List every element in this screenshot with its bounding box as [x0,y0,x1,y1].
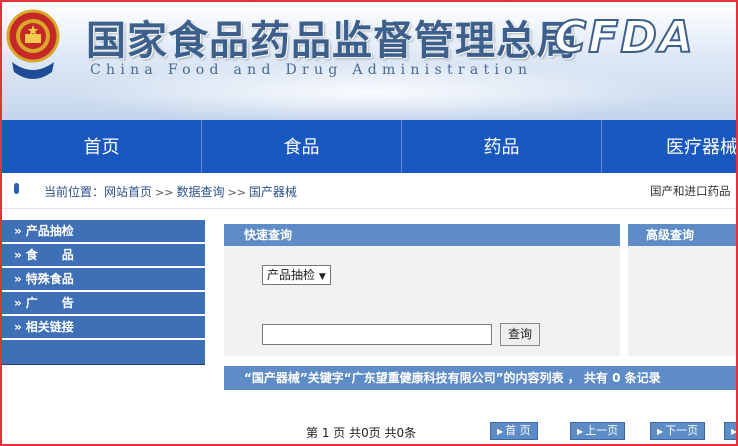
left-menu-label: 食 品 [25,248,74,262]
breadcrumb-item-data-query[interactable]: 数据查询 [176,185,224,199]
breadcrumb-item-home[interactable]: 网站首页 [104,185,152,199]
double-chevron-icon: » [14,272,22,286]
page-frame: 国家食品药品监督管理总局 China Food and Drug Adminis… [0,0,738,446]
left-menu-item-special-food[interactable]: » 特殊食品 [2,268,205,292]
double-chevron-icon: » [14,224,22,238]
first-page-button[interactable]: ▶ 首 页 [490,422,538,440]
dropdown-arrow-icon: ▼ [318,272,326,282]
breadcrumb-right-link[interactable]: 国产和进口药品 [650,183,731,199]
double-chevron-icon: » [14,296,22,310]
left-menu: » 产品抽检 » 食 品 » 特殊食品 » 广 告 » 相关链接 [2,220,205,365]
nav-item-home[interactable]: 首页 [2,120,202,173]
left-menu-item-product-sampling[interactable]: » 产品抽检 [2,220,205,244]
breadcrumb-item-domestic-devices[interactable]: 国产器械 [249,185,297,199]
triangle-right-icon: ▶ [497,427,504,436]
cfda-logo: CFDA [553,11,695,64]
triangle-right-icon: ▶ [731,427,738,436]
left-menu-item-food[interactable]: » 食 品 [2,244,205,268]
breadcrumb-separator: >> [227,186,246,199]
left-menu-item-related-links[interactable]: » 相关链接 [2,316,205,340]
left-menu-label: 相关链接 [25,320,74,334]
category-select[interactable]: 产品抽检 ▼ [262,265,331,285]
advanced-search-panel: 高级查询 [628,224,736,356]
search-input[interactable] [262,324,492,345]
breadcrumb: 当前位置：网站首页 >> 数据查询 >> 国产器械 [44,183,297,200]
result-summary-bar: “国产器械”关键字“广东望重健康科技有限公司”的内容列表 ， 共有 0 条记录 [224,366,736,390]
triangle-right-icon: ▶ [657,427,664,436]
quick-search-title: 快速查询 [224,224,620,246]
site-header: 国家食品药品监督管理总局 China Food and Drug Adminis… [2,2,736,120]
advanced-search-title[interactable]: 高级查询 [628,224,736,246]
next-page-button[interactable]: ▶ 下一页 [650,422,706,440]
last-page-button[interactable]: ▶尾 [724,422,738,440]
pager-info: 第 1 页 共0页 共0条 [306,426,417,440]
quick-search-panel: 快速查询 产品抽检 ▼ 查询 [224,224,620,356]
breadcrumb-prefix: 当前位置： [44,185,105,199]
left-menu-label: 特殊食品 [25,272,74,286]
site-title-chinese: 国家食品药品监督管理总局 [86,17,578,64]
first-page-label: 首 页 [505,424,531,437]
category-select-value: 产品抽检 [267,268,316,282]
site-title-english: China Food and Drug Administration [90,62,533,78]
double-chevron-icon: » [14,320,22,334]
nav-item-drugs[interactable]: 药品 [402,120,602,173]
next-page-label: 下一页 [665,424,699,437]
left-menu-item-advertising[interactable]: » 广 告 [2,292,205,316]
left-menu-label: 产品抽检 [25,224,74,238]
national-emblem-icon [6,9,60,79]
location-pin-icon [14,183,19,194]
triangle-right-icon: ▶ [577,427,584,436]
breadcrumb-bar: 当前位置：网站首页 >> 数据查询 >> 国产器械 国产和进口药品 [2,174,736,209]
double-chevron-icon: » [14,248,22,262]
prev-page-button[interactable]: ▶ 上一页 [570,422,626,440]
left-menu-blank [2,340,205,365]
prev-page-label: 上一页 [585,424,619,437]
breadcrumb-separator: >> [155,186,174,199]
nav-item-medical-devices[interactable]: 医疗器械 [602,120,736,173]
main-nav: 首页 食品 药品 医疗器械 [2,120,736,173]
left-menu-label: 广 告 [25,296,74,310]
nav-item-food[interactable]: 食品 [202,120,402,173]
search-button[interactable]: 查询 [500,323,540,346]
